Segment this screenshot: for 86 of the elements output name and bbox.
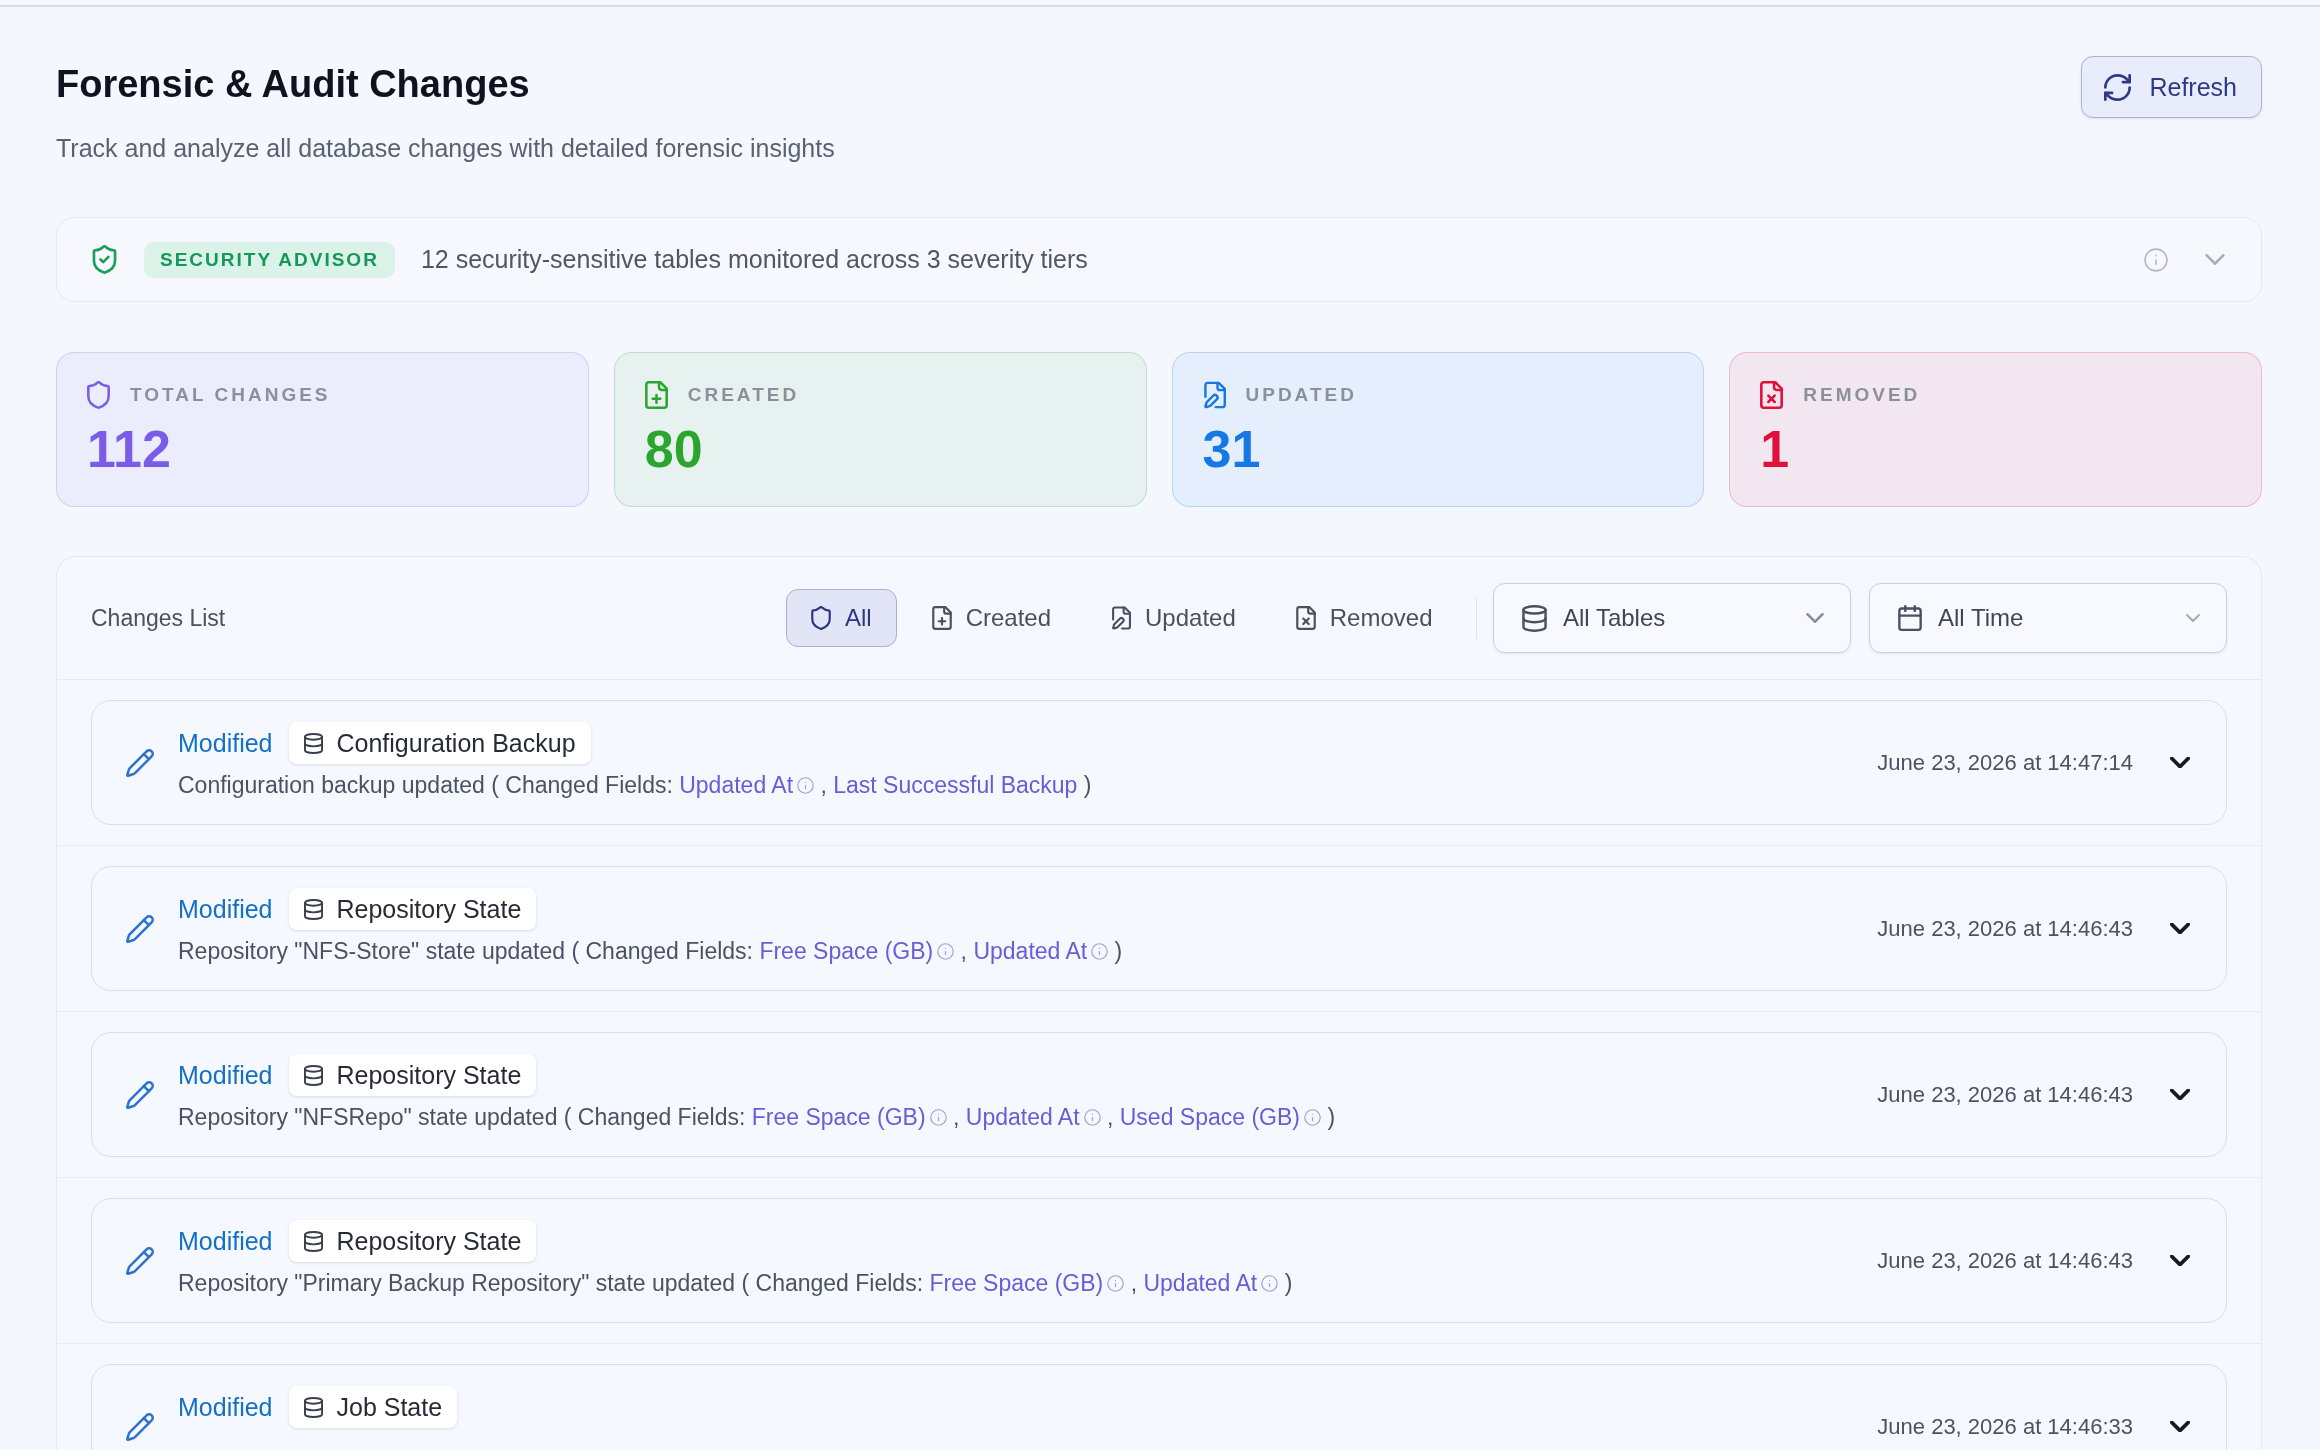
select-dropdown[interactable]: All Time bbox=[1869, 583, 2227, 653]
select-dropdown[interactable]: All Tables bbox=[1493, 583, 1851, 653]
refresh-icon bbox=[2104, 73, 2132, 101]
file-x-icon bbox=[1295, 606, 1316, 630]
field-link[interactable]: Free Space (GB) bbox=[751, 1102, 947, 1132]
change-description: Repository "NFSRepo" state updated ( Changed Fields: Free Space (GB) , Updated At , Used Space (GB) ) bbox=[178, 1102, 1337, 1132]
table-name: Repository State bbox=[336, 894, 522, 924]
info-icon bbox=[1261, 1274, 1279, 1292]
change-card[interactable]: Modified Repository State Repository "NFS-Store" state updated ( Changed Fields: Free Space (GB) , Updated At ) June 23, 2026 at 14:46:43 bbox=[91, 866, 2227, 991]
stat-label: UPDATED bbox=[1245, 384, 1357, 406]
database-icon bbox=[303, 898, 323, 920]
change-date: June 23, 2026 at 14:46:43 bbox=[1877, 1081, 2133, 1108]
stat-label: CREATED bbox=[687, 384, 800, 406]
stat-label: REMOVED bbox=[1803, 384, 1921, 406]
info-icon bbox=[1091, 942, 1109, 960]
field-link[interactable]: Last Successful Backup bbox=[833, 770, 1078, 800]
action-label: Modified bbox=[178, 894, 273, 924]
chevron-down-icon bbox=[2186, 614, 2200, 622]
action-label: Modified bbox=[178, 728, 273, 758]
change-description: Repository "Primary Backup Repository" state updated ( Changed Fields: Free Space (GB) , Updated At ) bbox=[178, 1268, 1294, 1298]
table-name: Repository State bbox=[336, 1060, 522, 1090]
field-link[interactable]: Updated At bbox=[973, 936, 1109, 966]
filter-tab[interactable]: Updated bbox=[1086, 589, 1261, 647]
database-icon bbox=[303, 1064, 323, 1086]
info-icon bbox=[929, 1108, 947, 1126]
page-subtitle: Track and analyze all database changes with detailed forensic insights bbox=[56, 133, 835, 164]
chevron-down-icon[interactable] bbox=[2170, 1255, 2190, 1266]
field-link[interactable]: Updated At bbox=[679, 770, 815, 800]
change-card[interactable]: Modified Job State June 23, 2026 at 14:46:33 bbox=[91, 1364, 2227, 1450]
change-date: June 23, 2026 at 14:46:43 bbox=[1877, 1247, 2133, 1274]
field-link[interactable]: Used Space (GB) bbox=[1119, 1102, 1321, 1132]
page-title: Forensic & Audit Changes bbox=[56, 62, 531, 107]
shield-check-icon bbox=[92, 245, 117, 274]
chevron-down-icon[interactable] bbox=[2170, 757, 2190, 768]
change-description: Configuration backup updated ( Changed Fields: Updated At , Last Successful Backup ) bbox=[178, 770, 1093, 800]
chevron-down-icon[interactable] bbox=[2170, 1089, 2190, 1100]
change-date: June 23, 2026 at 14:46:33 bbox=[1877, 1413, 2133, 1440]
advisor-badge: SECURITY ADVISOR bbox=[144, 241, 395, 278]
filter-tab[interactable]: All bbox=[785, 589, 897, 647]
stat-value: 31 bbox=[1202, 419, 1262, 479]
database-icon bbox=[1522, 604, 1547, 632]
database-icon bbox=[303, 1396, 323, 1418]
stat-label: TOTAL CHANGES bbox=[130, 384, 331, 406]
advisor-text: 12 security-sensitive tables monitored across 3 severity tiers bbox=[420, 245, 1088, 274]
change-card[interactable]: Modified Repository State Repository "NFSRepo" state updated ( Changed Fields: Free Space (GB) , Updated At , Used Space (GB) ) June 23, 2026 at 14:46:43 bbox=[91, 1032, 2227, 1157]
stat-value: 1 bbox=[1760, 419, 1791, 479]
calendar-icon bbox=[1898, 605, 1922, 631]
change-card[interactable]: Modified Repository State Repository "Primary Backup Repository" state updated ( Changed Fields: Free Space (GB) , Updated At ) June 23, 2026 at 14:46:43 bbox=[91, 1198, 2227, 1323]
file-plus-icon bbox=[931, 606, 952, 630]
database-icon bbox=[303, 1230, 323, 1252]
pencil-icon bbox=[126, 748, 154, 777]
info-icon bbox=[797, 776, 815, 794]
pencil-icon bbox=[126, 1080, 154, 1109]
chevron-down-icon[interactable] bbox=[2170, 1421, 2190, 1432]
panel-title: Changes List bbox=[91, 604, 226, 632]
file-pen-icon bbox=[1111, 606, 1132, 630]
info-icon bbox=[1304, 1108, 1321, 1126]
filter-tab[interactable]: Created bbox=[906, 589, 1077, 647]
pencil-icon bbox=[126, 914, 154, 943]
stat-value: 112 bbox=[87, 419, 172, 479]
info-icon bbox=[1107, 1274, 1125, 1292]
refresh-button[interactable]: Refresh bbox=[2081, 56, 2262, 118]
table-name: Configuration Backup bbox=[336, 728, 576, 758]
stat-value: 80 bbox=[644, 419, 704, 479]
chevron-down-icon[interactable] bbox=[2170, 923, 2190, 934]
change-date: June 23, 2026 at 14:46:43 bbox=[1877, 915, 2133, 942]
action-label: Modified bbox=[178, 1226, 273, 1256]
info-icon bbox=[1083, 1108, 1101, 1126]
shield-icon bbox=[810, 606, 831, 630]
database-icon bbox=[303, 732, 323, 754]
chevron-down-icon bbox=[1806, 613, 1824, 623]
field-link[interactable]: Free Space (GB) bbox=[929, 1268, 1125, 1298]
action-label: Modified bbox=[178, 1060, 273, 1090]
change-date: June 23, 2026 at 14:47:14 bbox=[1877, 749, 2133, 776]
field-link[interactable]: Updated At bbox=[1143, 1268, 1279, 1298]
field-link[interactable]: Updated At bbox=[965, 1102, 1101, 1132]
change-description: Repository "NFS-Store" state updated ( Changed Fields: Free Space (GB) , Updated At ) bbox=[178, 936, 1124, 966]
change-card[interactable]: Modified Configuration Backup Configuration backup updated ( Changed Fields: Updated At , Last Successful Backup ) June 23, 2026 at 14:47:14 bbox=[91, 700, 2227, 825]
table-name: Repository State bbox=[336, 1226, 522, 1256]
table-name: Job State bbox=[336, 1392, 443, 1422]
field-link[interactable]: Free Space (GB) bbox=[759, 936, 955, 966]
pencil-icon bbox=[126, 1246, 154, 1275]
info-icon bbox=[937, 942, 955, 960]
filter-tab[interactable]: Removed bbox=[1270, 589, 1458, 647]
pencil-icon bbox=[126, 1412, 154, 1441]
action-label: Modified bbox=[178, 1392, 273, 1422]
